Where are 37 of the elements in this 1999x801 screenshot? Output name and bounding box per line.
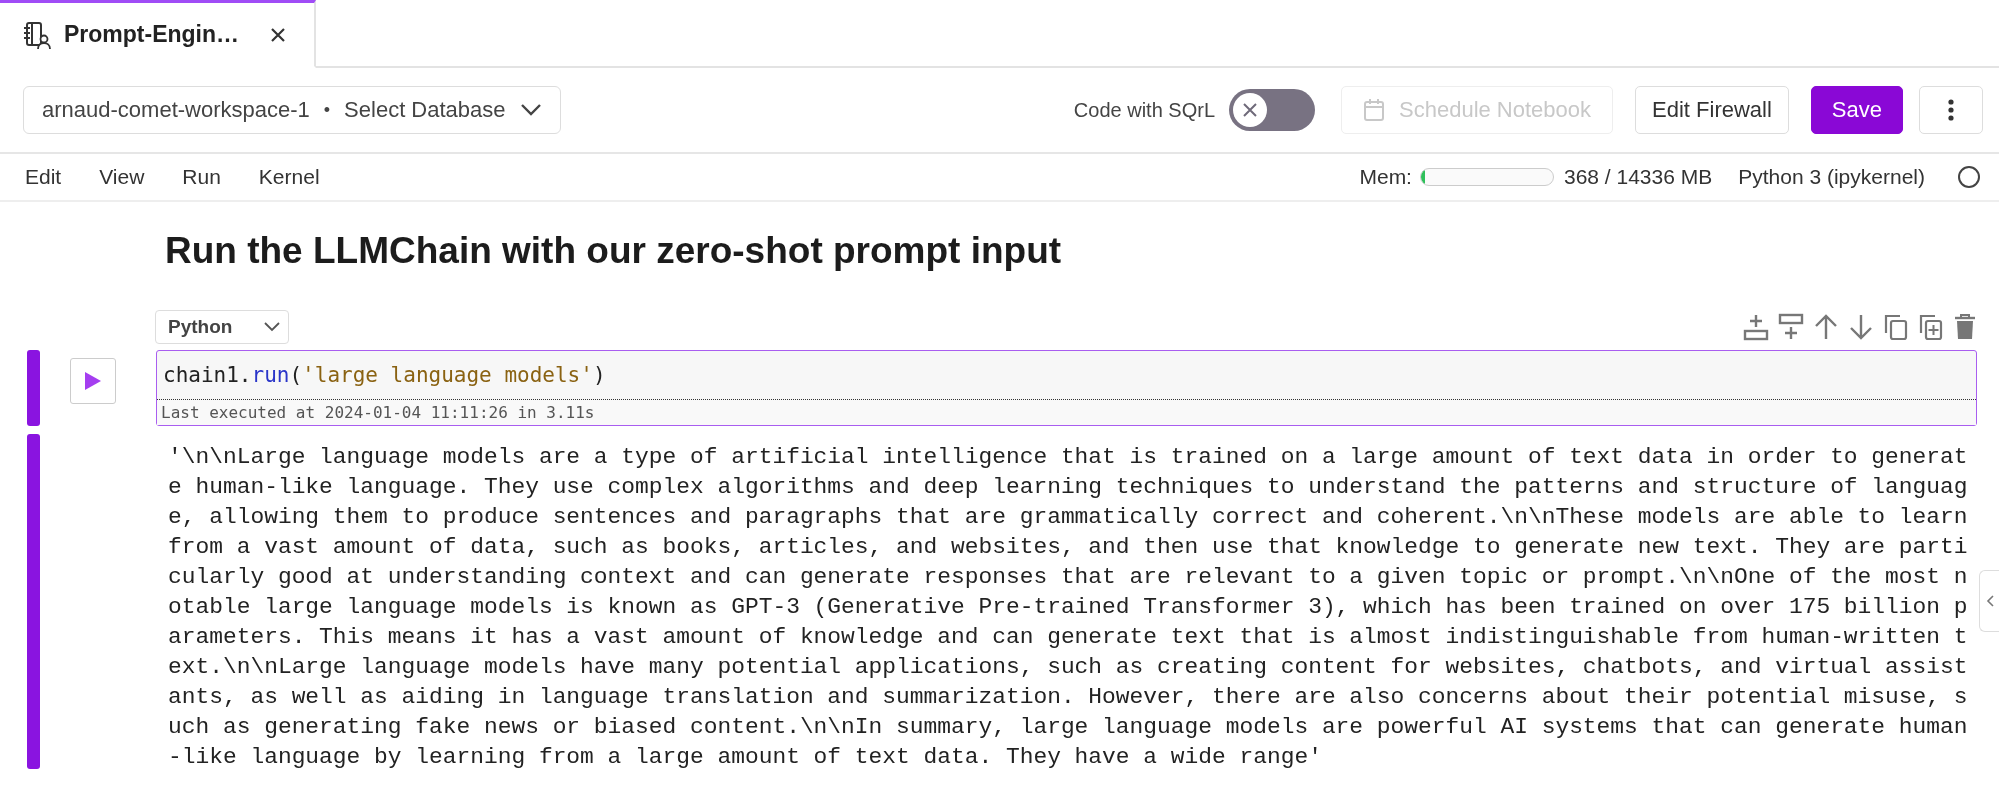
insert-below-icon[interactable] bbox=[1778, 313, 1804, 341]
menu-item[interactable]: View bbox=[99, 165, 145, 189]
menu-item[interactable]: Edit bbox=[25, 165, 62, 189]
memory-label: Mem: bbox=[1359, 165, 1412, 189]
chevron-left-icon bbox=[1985, 595, 1994, 607]
memory-reading: 368 / 14336 MB bbox=[1563, 165, 1713, 189]
play-icon bbox=[84, 371, 102, 391]
run-cell-button[interactable] bbox=[70, 358, 116, 404]
chevron-down-icon bbox=[264, 322, 280, 332]
save-button[interactable]: Save bbox=[1810, 86, 1903, 134]
side-panel-handle[interactable] bbox=[1979, 570, 1999, 632]
kernel-name[interactable]: Python 3 (ipykernel) bbox=[1738, 165, 1925, 189]
delete-icon[interactable] bbox=[1953, 313, 1977, 341]
sqrl-toggle[interactable] bbox=[1229, 89, 1316, 131]
move-up-icon[interactable] bbox=[1813, 313, 1839, 341]
edit-firewall-button[interactable]: Edit Firewall bbox=[1635, 86, 1789, 134]
copy-icon[interactable] bbox=[1883, 313, 1909, 341]
tab-title: Prompt-Engin… bbox=[64, 21, 241, 48]
notebook-user-icon bbox=[22, 19, 52, 50]
more-menu-button[interactable] bbox=[1919, 86, 1983, 134]
section-heading: Run the LLMChain with our zero-shot prompt input bbox=[165, 230, 1063, 273]
duplicate-icon[interactable] bbox=[1918, 313, 1944, 341]
close-icon bbox=[1242, 102, 1259, 118]
close-icon[interactable] bbox=[270, 26, 286, 43]
insert-above-icon[interactable] bbox=[1743, 313, 1769, 341]
move-down-icon[interactable] bbox=[1848, 313, 1874, 341]
chevron-down-icon bbox=[519, 103, 542, 117]
language-dropdown[interactable]: Python bbox=[155, 310, 289, 344]
menu-item[interactable]: Kernel bbox=[258, 165, 320, 189]
more-icon bbox=[1948, 99, 1954, 121]
cell-output: '\n\nLarge language models are a type of artificial intelligence that is trained on a large amount of text data in order to generate human-like language. They use complex algorithms and deep learning techniques to understand the patterns and structure of language, allowing them to produce sentences and paragraphs that are grammatically correct and coherent.\n\nThese models are able to learn from a vast amount of data, such as books, articles, and websites, and then use that knowledge to generate new text. They are particularly good at understanding context and can generate responses that are relevant to a given topic or prompt.\n\nOne of the most notable large language models is known as GPT-3 (Generative Pre-trained Transformer 3), which has been trained on over 175 billion parameters. This means it has a vast amount of knowledge and can generate text that is almost indistinguishable from human-written text.\n\nLarge language models have many potential applications, such as creating content for websites, chatbots, and virtual assistants, as well as aiding in language translation and summarization. However, there are also concerns about their potential misuse, such as generating fake news or biased content.\n\nIn summary, large language models are powerful AI systems that can generate human-like language by learning from a large amount of text data. They have a wide range' bbox=[168, 443, 1968, 772]
notebook-tab[interactable]: Prompt-Engin… bbox=[0, 0, 316, 68]
menu-item[interactable]: Run bbox=[182, 165, 221, 189]
code-editor[interactable]: chain1.run('large language models') Last executed at 2024-01-04 11:11:26 in 3.11s bbox=[156, 350, 1977, 426]
calendar-icon bbox=[1363, 98, 1385, 122]
sqrl-label: Code with SQrL bbox=[1073, 98, 1216, 122]
workspace-selector[interactable]: arnaud-comet-workspace-1 • Select Database bbox=[23, 86, 561, 134]
